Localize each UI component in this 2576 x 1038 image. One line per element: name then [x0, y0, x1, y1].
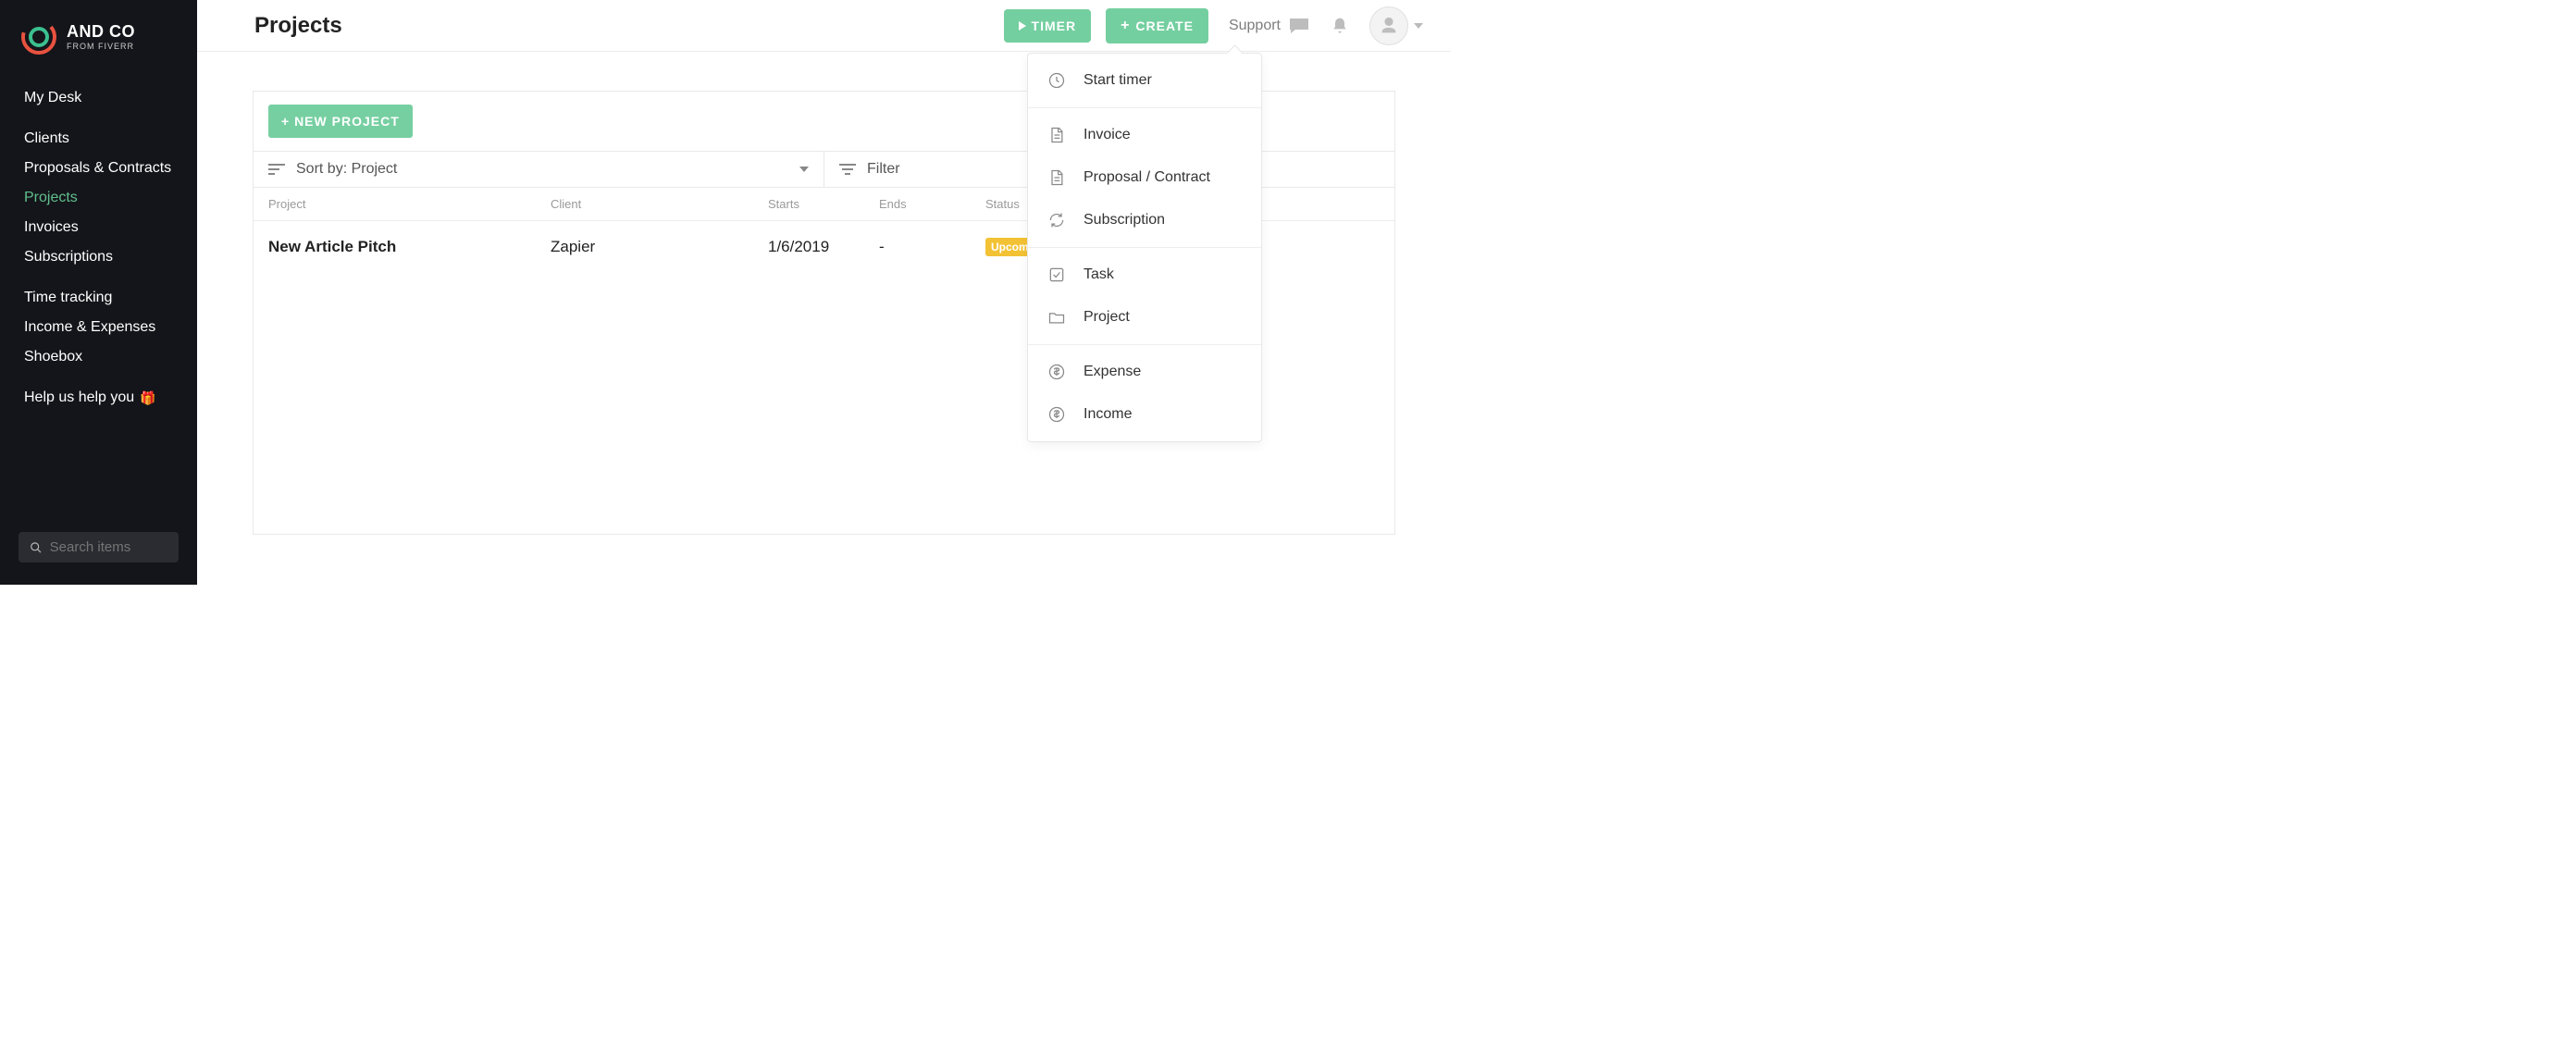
doc-icon: [1046, 125, 1067, 145]
dollar-icon: [1046, 362, 1067, 382]
check-icon: [1046, 265, 1067, 285]
menu-item-subscription[interactable]: Subscription: [1028, 199, 1261, 241]
page-title: Projects: [254, 13, 342, 39]
sidebar-item-shoebox[interactable]: Shoebox: [0, 342, 197, 372]
menu-item-proposal-contract[interactable]: Proposal / Contract: [1028, 156, 1261, 199]
menu-item-label: Start timer: [1084, 72, 1152, 89]
sort-icon: [268, 163, 285, 176]
column-project: Project: [268, 197, 551, 211]
menu-item-label: Expense: [1084, 364, 1141, 380]
play-icon: [1019, 21, 1026, 31]
filter-icon: [839, 163, 856, 176]
menu-item-task[interactable]: Task: [1028, 253, 1261, 296]
create-button[interactable]: + CREATE: [1106, 8, 1208, 43]
refresh-icon: [1046, 210, 1067, 230]
search-icon: [30, 540, 43, 555]
sidebar-item-subscriptions[interactable]: Subscriptions: [0, 242, 197, 272]
sidebar-item-proposals-contracts[interactable]: Proposals & Contracts: [0, 154, 197, 183]
logo[interactable]: AND CO FROM FIVERR: [0, 19, 197, 78]
cell-ends: -: [879, 238, 985, 256]
sidebar-item-time-tracking[interactable]: Time tracking: [0, 283, 197, 313]
new-project-button[interactable]: + NEW PROJECT: [268, 105, 413, 138]
dollar-icon: [1046, 404, 1067, 425]
menu-item-label: Task: [1084, 266, 1114, 283]
sidebar-item-help-us-help-you[interactable]: Help us help you🎁: [0, 383, 197, 413]
support-link[interactable]: Support: [1229, 17, 1310, 35]
chevron-down-icon: [799, 167, 809, 172]
cell-starts: 1/6/2019: [768, 238, 879, 256]
timer-button[interactable]: TIMER: [1004, 9, 1092, 43]
folder-icon: [1046, 307, 1067, 327]
header: Projects TIMER + CREATE Support: [197, 0, 1451, 52]
sidebar-item-my-desk[interactable]: My Desk: [0, 83, 197, 113]
cell-client: Zapier: [551, 238, 768, 256]
notifications-icon[interactable]: [1331, 16, 1349, 36]
create-button-label: CREATE: [1135, 19, 1194, 33]
column-client: Client: [551, 197, 768, 211]
avatar: [1369, 6, 1408, 45]
column-starts: Starts: [768, 197, 879, 211]
menu-item-label: Subscription: [1084, 212, 1165, 229]
search-input[interactable]: [50, 539, 167, 555]
sort-label: Sort by: Project: [296, 161, 397, 178]
menu-item-project[interactable]: Project: [1028, 296, 1261, 339]
clock-icon: [1046, 70, 1067, 91]
filter-label: Filter: [867, 161, 900, 178]
create-dropdown-menu: Start timer Invoice Proposal / Contract Sub…: [1027, 53, 1262, 442]
chevron-down-icon: [1414, 23, 1423, 29]
menu-item-label: Income: [1084, 406, 1132, 423]
support-label: Support: [1229, 18, 1281, 34]
menu-item-label: Invoice: [1084, 127, 1131, 143]
sidebar-item-invoices[interactable]: Invoices: [0, 213, 197, 242]
column-ends: Ends: [879, 197, 985, 211]
menu-item-income[interactable]: Income: [1028, 393, 1261, 436]
brand-subtitle: FROM FIVERR: [67, 43, 135, 51]
sidebar-item-clients[interactable]: Clients: [0, 124, 197, 154]
cell-project: New Article Pitch: [268, 238, 551, 256]
person-icon: [1379, 16, 1399, 36]
doc-icon: [1046, 167, 1067, 188]
plus-icon: +: [1121, 18, 1130, 34]
menu-item-label: Proposal / Contract: [1084, 169, 1210, 186]
user-menu[interactable]: [1369, 6, 1423, 45]
sidebar: AND CO FROM FIVERR My Desk ClientsProposa…: [0, 0, 197, 585]
sidebar-item-income-expenses[interactable]: Income & Expenses: [0, 313, 197, 342]
sort-dropdown[interactable]: Sort by: Project: [254, 152, 824, 187]
logo-mark-icon: [20, 19, 57, 56]
search-input-wrap[interactable]: [19, 532, 179, 562]
menu-item-invoice[interactable]: Invoice: [1028, 114, 1261, 156]
chat-icon: [1288, 17, 1310, 35]
gift-icon: 🎁: [140, 390, 155, 406]
timer-button-label: TIMER: [1032, 19, 1077, 33]
menu-item-expense[interactable]: Expense: [1028, 351, 1261, 393]
menu-item-start-timer[interactable]: Start timer: [1028, 59, 1261, 102]
menu-item-label: Project: [1084, 309, 1130, 326]
sidebar-item-projects[interactable]: Projects: [0, 183, 197, 213]
brand-name: AND CO: [67, 23, 135, 40]
